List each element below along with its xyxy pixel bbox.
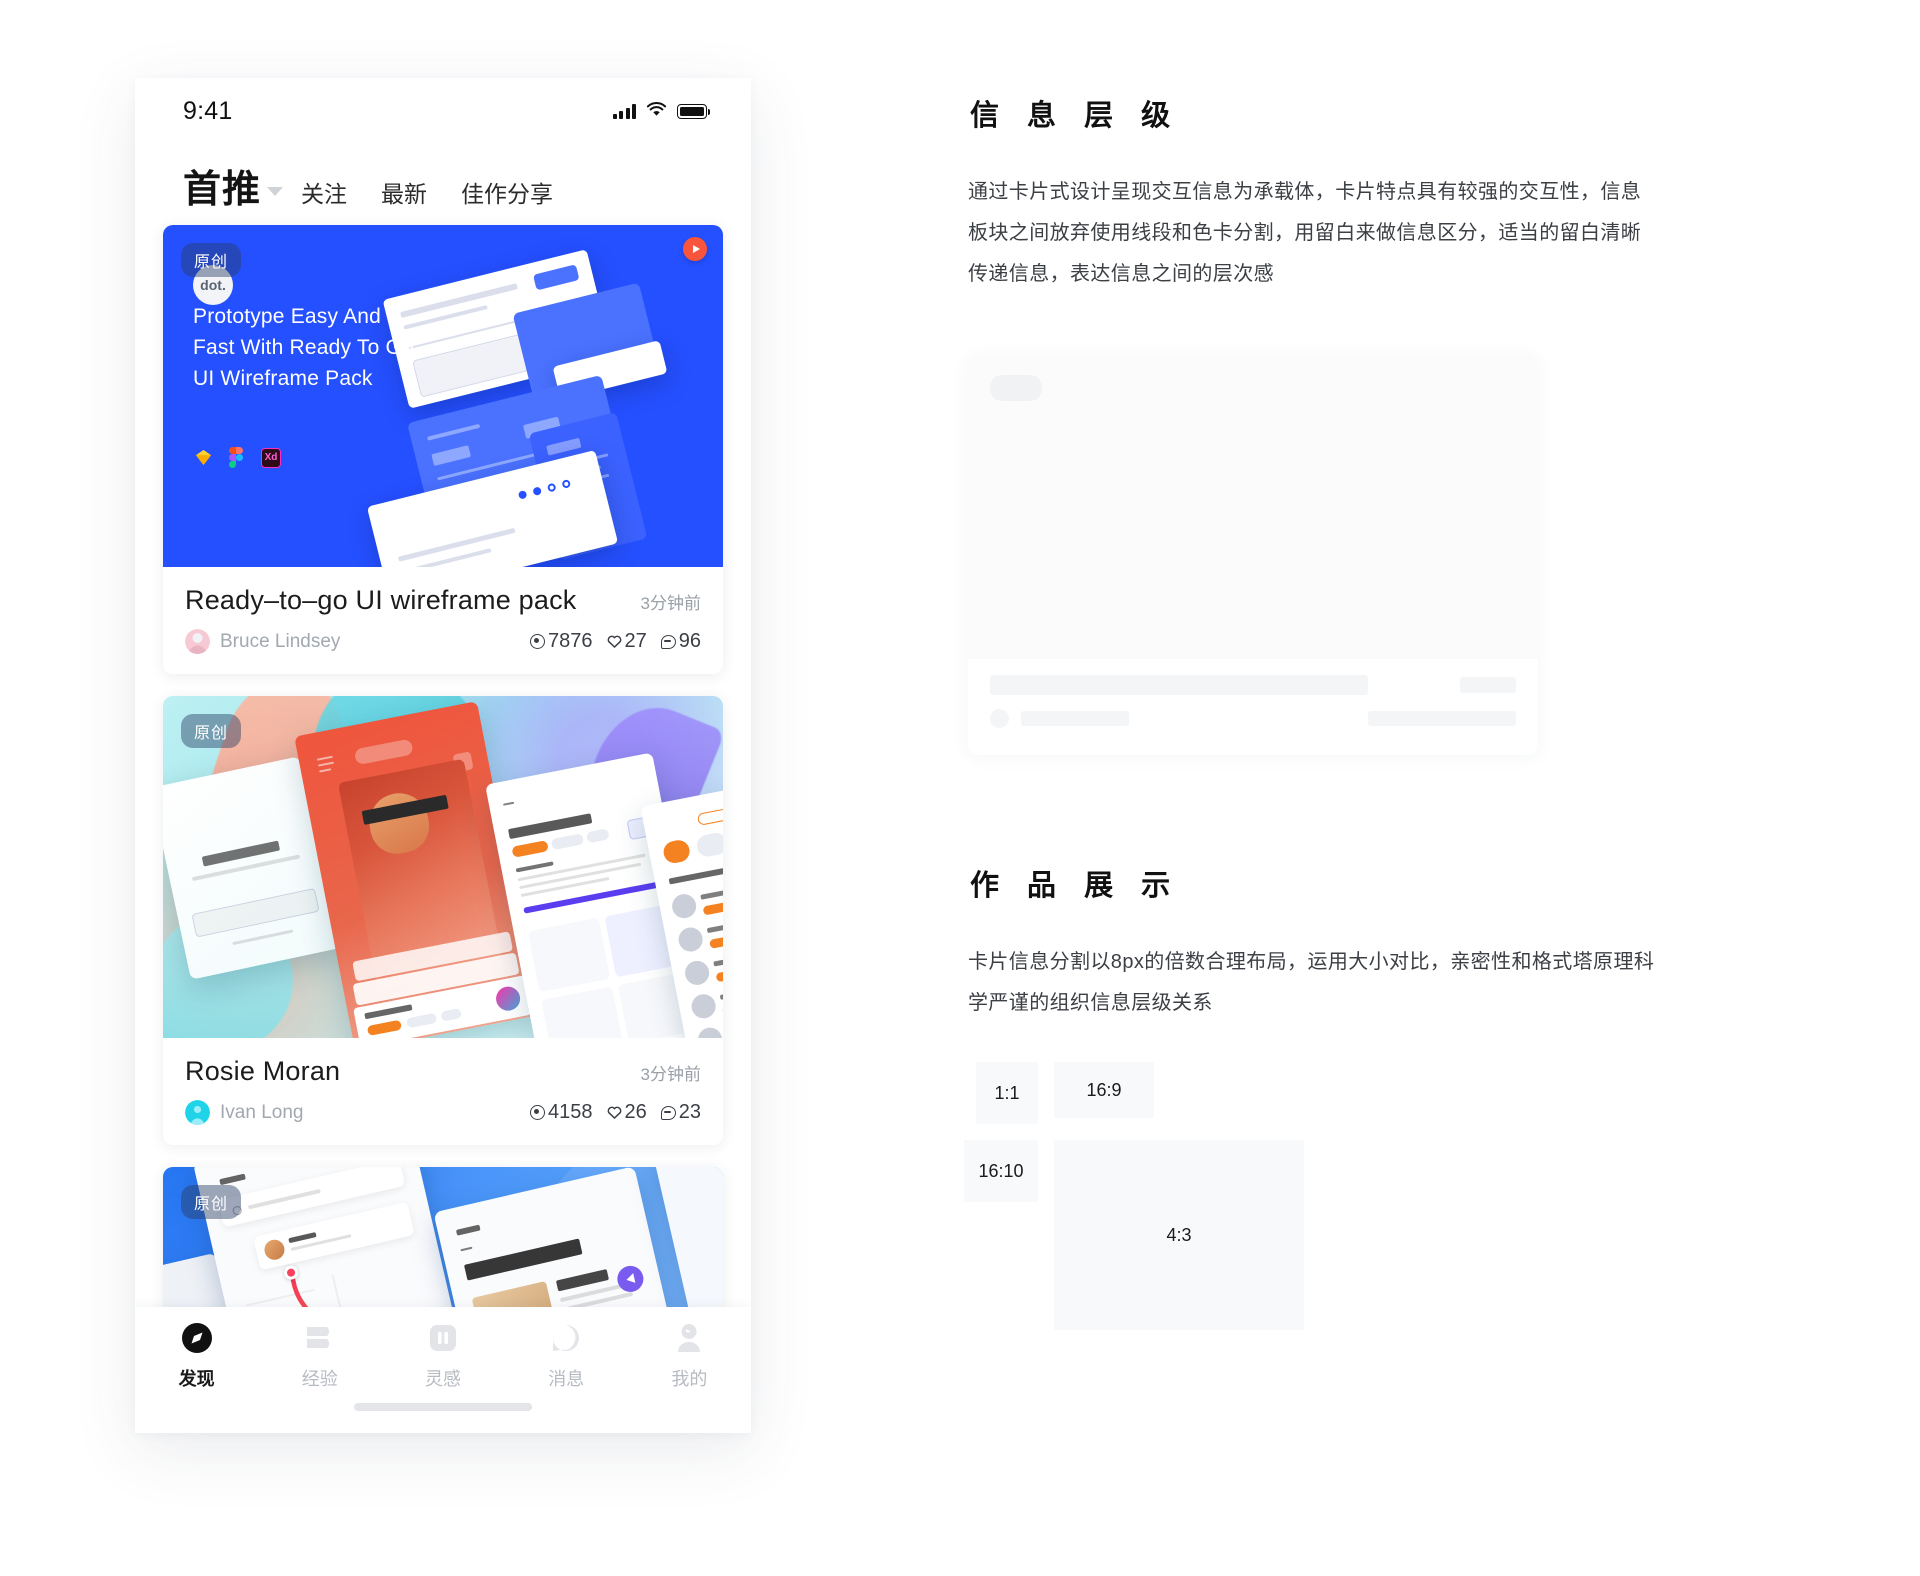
card-stats: 4158 26 23	[521, 1101, 701, 1124]
chevron-down-icon[interactable]	[267, 187, 284, 196]
views-count: 4158	[548, 1101, 593, 1123]
fashion-ui-artwork	[163, 696, 723, 1038]
screenshot-root: 9:41 首推 关注 最新 佳作分享 Prototype Easy And Fa…	[0, 0, 1920, 1576]
tab-label: 经验	[301, 1369, 338, 1389]
skeleton-card-placeholder	[968, 355, 1538, 755]
tab-messages[interactable]: 消息	[505, 1321, 628, 1391]
card-artwork: Prototype Easy And Fast With Ready To Go…	[163, 225, 723, 567]
likes-stat[interactable]: 27	[607, 630, 647, 653]
home-indicator[interactable]	[354, 1403, 532, 1411]
skeleton-author-bar	[1021, 711, 1129, 726]
ratio-box-16-10: 16:10	[964, 1140, 1038, 1202]
likes-stat[interactable]: 26	[607, 1101, 647, 1124]
card-author[interactable]: Bruce Lindsey	[185, 629, 340, 654]
cellular-signal-icon	[612, 103, 636, 119]
tab-discover[interactable]: 发现	[135, 1321, 258, 1391]
phone-mockup: 9:41 首推 关注 最新 佳作分享 Prototype Easy And Fa…	[135, 78, 751, 1433]
skeleton-stats-bar	[1368, 711, 1516, 726]
author-name: Ivan Long	[220, 1101, 304, 1123]
heart-icon	[607, 1105, 622, 1120]
tab-featured[interactable]: 佳作分享	[461, 175, 553, 209]
comments-stat[interactable]: 23	[660, 1101, 701, 1124]
tab-label: 我的	[671, 1369, 708, 1389]
heart-icon	[607, 634, 622, 649]
views-count: 7876	[548, 630, 593, 652]
design-tool-icons: Xd	[194, 447, 281, 468]
artwork-headline: Prototype Easy And Fast With Ready To Go…	[193, 305, 414, 391]
book-icon	[303, 1321, 337, 1355]
tab-label: 发现	[178, 1369, 215, 1389]
comment-icon	[660, 1105, 676, 1120]
comments-stat[interactable]: 96	[660, 630, 701, 653]
ratio-box-4-3: 4:3	[1054, 1140, 1304, 1330]
ratio-box-16-9: 16:9	[1054, 1062, 1154, 1118]
eye-icon	[530, 634, 545, 649]
compass-icon	[180, 1321, 214, 1355]
section-heading: 作 品 展 示	[968, 862, 1184, 904]
avatar	[185, 629, 210, 654]
status-bar: 9:41	[135, 78, 751, 144]
tab-newest[interactable]: 最新	[381, 175, 427, 209]
status-badge: 原创	[181, 243, 242, 277]
comment-icon	[660, 634, 676, 649]
tab-experience[interactable]: 经验	[258, 1321, 381, 1391]
aspect-ratio-swatches: 1:1 16:9 16:10 4:3	[964, 1062, 1446, 1332]
comments-count: 96	[678, 630, 701, 652]
skeleton-badge	[990, 375, 1042, 401]
status-badge: 原创	[181, 1185, 242, 1219]
card-footer: Ready–to–go UI wireframe pack 3分钟前 Bruce…	[163, 567, 723, 674]
status-time: 9:41	[183, 96, 233, 125]
adobe-xd-icon: Xd	[261, 447, 281, 468]
ratio-box-1-1: 1:1	[976, 1062, 1038, 1124]
section-info-hierarchy: 信 息 层 级 通过卡片式设计呈现交互信息为承载体，卡片特点具有较强的交互性，信…	[968, 92, 1648, 295]
battery-icon	[677, 103, 711, 119]
card-stats: 7876 27 96	[521, 630, 701, 653]
feed-card[interactable]: 原创 Rosie Moran 3分钟前 Ivan Long 4158 26 23	[163, 696, 723, 1145]
section-works-showcase: 作 品 展 示 卡片信息分割以8px的倍数合理布局，运用大小对比，亲密性和格式塔…	[968, 862, 1668, 1024]
views-stat: 4158	[530, 1101, 593, 1124]
author-name: Bruce Lindsey	[220, 630, 341, 652]
feed-card[interactable]: Prototype Easy And Fast With Ready To Go…	[163, 225, 723, 674]
views-stat: 7876	[530, 630, 593, 653]
sketch-icon	[194, 448, 213, 467]
card-title: Rosie Moran	[185, 1056, 341, 1086]
status-icons	[612, 101, 711, 122]
feed-nav-tabs: 首推 关注 最新 佳作分享	[135, 144, 751, 225]
comments-count: 23	[678, 1101, 701, 1123]
card-title: Ready–to–go UI wireframe pack	[185, 585, 577, 615]
skeleton-footer	[968, 659, 1538, 755]
status-badge: 原创	[181, 714, 242, 748]
feed-list: Prototype Easy And Fast With Ready To Go…	[135, 225, 751, 1433]
pause-square-icon	[426, 1321, 460, 1355]
card-author[interactable]: Ivan Long	[185, 1100, 303, 1125]
tab-label: 消息	[548, 1369, 585, 1389]
section-body-text: 卡片信息分割以8px的倍数合理布局，运用大小对比，亲密性和格式塔原理科学严谨的组…	[968, 951, 1655, 1014]
skeleton-avatar	[990, 709, 1009, 728]
likes-count: 26	[624, 1101, 647, 1123]
tab-follow[interactable]: 关注	[301, 175, 347, 209]
person-icon	[672, 1321, 706, 1355]
skeleton-title-bar	[990, 675, 1368, 695]
bottom-tab-bar: 发现 经验 灵感 消息 我的	[135, 1307, 751, 1433]
section-heading: 信 息 层 级	[968, 92, 1184, 134]
wireframe-pack-artwork: Prototype Easy And Fast With Ready To Go…	[163, 225, 723, 567]
tab-label: 灵感	[425, 1369, 461, 1389]
tab-mine[interactable]: 我的	[628, 1321, 751, 1391]
card-artwork: 原创	[163, 696, 723, 1038]
section-body-text: 通过卡片式设计呈现交互信息为承载体，卡片特点具有较强的交互性，信息板块之间放弃使…	[968, 181, 1642, 285]
likes-count: 27	[624, 630, 647, 652]
card-footer: Rosie Moran 3分钟前 Ivan Long 4158 26 23	[163, 1038, 723, 1145]
card-timestamp: 3分钟前	[640, 594, 701, 613]
card-timestamp: 3分钟前	[640, 1065, 701, 1084]
chat-bubble-icon	[549, 1321, 583, 1355]
tab-primary[interactable]: 首推	[183, 158, 261, 213]
eye-icon	[530, 1105, 545, 1120]
play-button-icon[interactable]	[683, 237, 707, 261]
avatar	[185, 1100, 210, 1125]
skeleton-time-bar	[1460, 677, 1516, 693]
wifi-icon	[646, 101, 667, 122]
figma-icon	[229, 447, 245, 468]
tab-inspiration[interactable]: 灵感	[381, 1321, 504, 1391]
